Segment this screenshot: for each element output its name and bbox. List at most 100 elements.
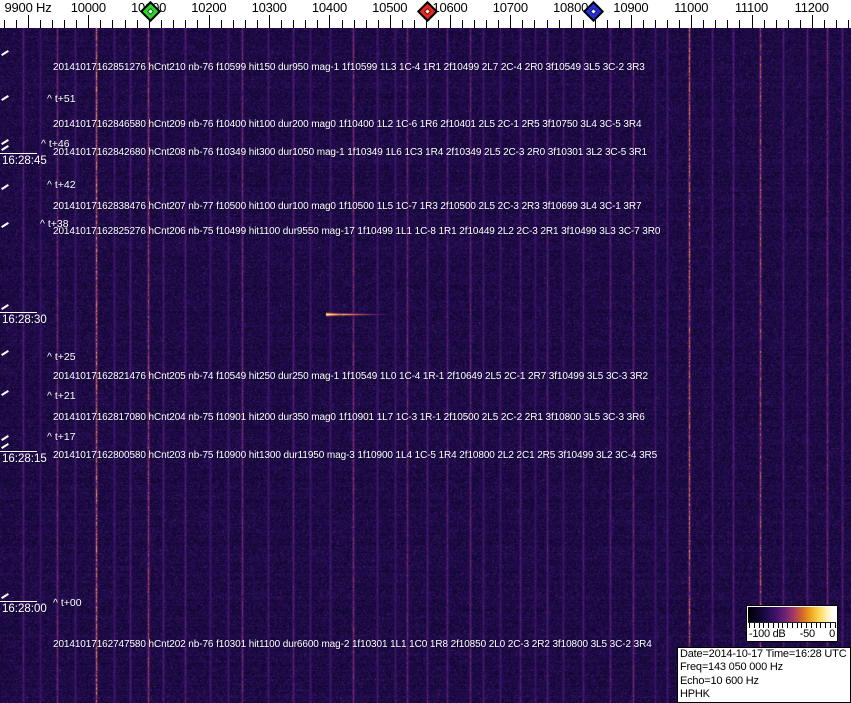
ruler-tick bbox=[498, 20, 500, 28]
status-info-box: Date=2014-10-17 Time=16:28 UTC Freq=143 … bbox=[677, 647, 851, 703]
frequency-axis-label: 10200 bbox=[191, 0, 227, 15]
colorbar-tick bbox=[758, 623, 760, 628]
colorbar-tick bbox=[829, 623, 831, 628]
ruler-tick bbox=[100, 20, 102, 28]
ruler-tick bbox=[715, 20, 717, 28]
info-callsign: HPHK bbox=[680, 688, 710, 701]
ruler-tick bbox=[52, 20, 54, 28]
ruler-tick bbox=[401, 20, 403, 28]
colorbar-tick bbox=[791, 623, 793, 628]
colorbar-tick bbox=[753, 623, 755, 628]
ruler-tick bbox=[474, 20, 476, 28]
ruler-tick bbox=[847, 20, 849, 28]
ruler-tick bbox=[389, 15, 391, 28]
ruler-tick bbox=[811, 15, 813, 28]
colorbar-tick bbox=[820, 623, 822, 628]
ruler-tick bbox=[196, 20, 198, 28]
frequency-axis-label: 11100 bbox=[734, 0, 769, 15]
colorbar-tick bbox=[825, 623, 826, 628]
amplitude-colorbar: -100 dB -50 0 bbox=[746, 605, 838, 642]
ruler-tick bbox=[257, 20, 259, 28]
colorbar-tick bbox=[763, 623, 765, 628]
ruler-tick bbox=[184, 20, 186, 28]
colorbar-label-min: -100 dB bbox=[749, 628, 786, 640]
info-frequency: Freq=143 050 000 Hz bbox=[680, 661, 783, 674]
ruler-tick bbox=[305, 20, 307, 28]
colorbar-tick bbox=[777, 623, 779, 628]
info-date-time: Date=2014-10-17 Time=16:28 UTC bbox=[680, 648, 847, 660]
ruler-tick bbox=[642, 20, 644, 28]
ruler-tick bbox=[606, 20, 608, 28]
frequency-axis-label: 11000 bbox=[674, 0, 709, 15]
ruler-tick bbox=[124, 20, 126, 28]
ruler-tick bbox=[799, 20, 801, 28]
ruler-tick bbox=[245, 20, 246, 28]
ruler-tick bbox=[341, 20, 343, 28]
ruler-tick bbox=[293, 20, 295, 28]
frequency-axis-label: 11200 bbox=[794, 0, 829, 15]
ruler-tick bbox=[582, 20, 584, 28]
frequency-axis-label: 10900 bbox=[613, 0, 649, 15]
ruler-tick bbox=[365, 20, 367, 28]
colorbar-tick bbox=[815, 623, 817, 628]
colorbar-label-mid: -50 bbox=[799, 628, 815, 640]
ruler-tick bbox=[172, 20, 174, 28]
ruler-tick bbox=[64, 20, 66, 28]
spectrogram-waterfall[interactable] bbox=[0, 28, 851, 703]
ruler-tick bbox=[329, 15, 331, 28]
colorbar-ticks bbox=[747, 623, 837, 629]
frequency-axis-label: 10400 bbox=[311, 0, 348, 15]
ruler-tick bbox=[220, 20, 222, 28]
ruler-tick bbox=[727, 20, 729, 28]
ruler-tick bbox=[823, 20, 825, 28]
colorbar-tick bbox=[787, 623, 788, 628]
ruler-tick bbox=[522, 20, 524, 28]
ruler-tick bbox=[510, 15, 512, 28]
ruler-tick bbox=[377, 20, 379, 28]
ruler-tick bbox=[269, 15, 271, 28]
ruler-tick bbox=[438, 20, 439, 28]
ruler-tick bbox=[413, 20, 415, 28]
ruler-tick bbox=[317, 20, 319, 28]
frequency-ruler[interactable]: 9900 Hz100001010010200103001040010500106… bbox=[0, 0, 851, 28]
ruler-tick bbox=[112, 20, 114, 28]
colorbar-label-max: 0 bbox=[829, 628, 835, 640]
info-echo-frequency: Echo=10 600 Hz bbox=[680, 674, 759, 687]
ruler-tick bbox=[3, 20, 5, 28]
ruler-tick bbox=[450, 15, 451, 28]
ruler-tick bbox=[88, 15, 90, 28]
frequency-axis-label: 10600 bbox=[432, 0, 468, 15]
ruler-tick bbox=[558, 20, 560, 28]
colorbar-gradient bbox=[748, 607, 836, 623]
ruler-tick bbox=[15, 20, 17, 28]
colorbar-tick bbox=[768, 623, 769, 628]
ruler-tick bbox=[775, 20, 777, 28]
ruler-tick bbox=[281, 20, 283, 28]
frequency-axis-label: 10800 bbox=[553, 0, 589, 15]
colorbar-tick bbox=[772, 623, 774, 628]
ruler-tick bbox=[486, 20, 488, 28]
frequency-axis-label: 9900 Hz bbox=[4, 0, 52, 15]
frequency-axis-label: 10000 bbox=[70, 0, 106, 15]
ruler-tick bbox=[353, 20, 355, 28]
ruler-tick bbox=[618, 20, 620, 28]
ruler-tick bbox=[667, 20, 669, 28]
colorbar-tick bbox=[749, 623, 750, 628]
frequency-axis-label: 10700 bbox=[492, 0, 528, 15]
ruler-tick bbox=[462, 20, 464, 28]
colorbar-tick bbox=[796, 623, 798, 628]
colorbar-tick bbox=[782, 623, 784, 628]
colorbar-tick bbox=[806, 623, 807, 628]
ruler-tick bbox=[703, 20, 705, 28]
colorbar-tick bbox=[801, 623, 803, 628]
ruler-tick bbox=[835, 20, 837, 28]
ruler-tick bbox=[655, 20, 656, 28]
ruler-tick bbox=[763, 20, 765, 28]
frequency-axis-label: 10500 bbox=[372, 0, 408, 15]
ruler-tick bbox=[787, 20, 789, 28]
ruler-tick bbox=[233, 20, 234, 28]
ruler-tick bbox=[751, 15, 753, 28]
ruler-tick bbox=[570, 15, 572, 28]
ruler-tick bbox=[40, 20, 42, 28]
frequency-axis-label: 10300 bbox=[251, 0, 287, 15]
